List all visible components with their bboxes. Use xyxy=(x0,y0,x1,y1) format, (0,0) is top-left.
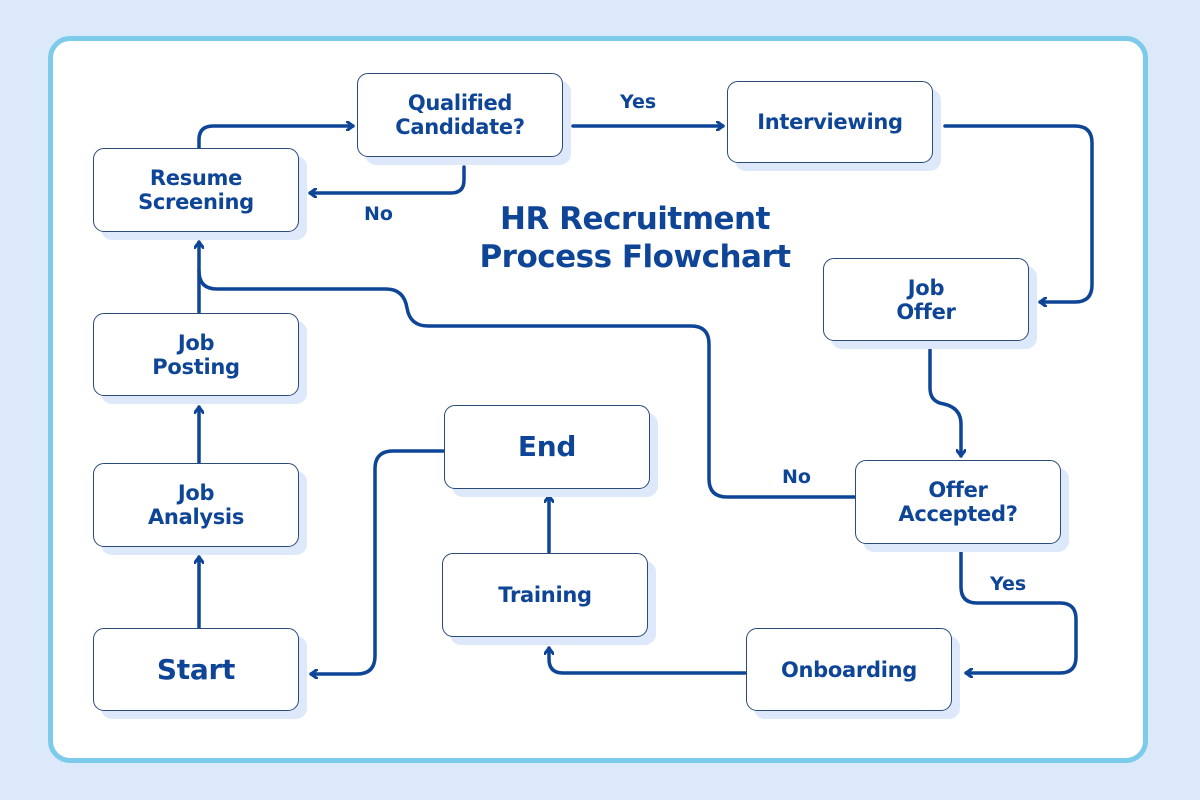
node-label: Job Posting xyxy=(152,330,240,379)
node-job-analysis[interactable]: Job Analysis xyxy=(93,463,299,547)
edge-label-accepted-yes: Yes xyxy=(990,573,1027,595)
node-offer-accepted[interactable]: Offer Accepted? xyxy=(855,460,1061,544)
node-job-posting[interactable]: Job Posting xyxy=(93,313,299,396)
node-label: Training xyxy=(498,583,592,607)
edge-label-qualified-no: No xyxy=(364,203,393,225)
node-end[interactable]: End xyxy=(444,405,650,489)
node-onboarding[interactable]: Onboarding xyxy=(746,628,952,711)
edge-label-qualified-yes: Yes xyxy=(620,91,657,113)
node-label: End xyxy=(517,430,577,463)
diagram-title: HR Recruitment Process Flowchart xyxy=(479,201,791,275)
node-label: Job Offer xyxy=(896,275,956,324)
node-qualified-candidate[interactable]: Qualified Candidate? xyxy=(357,73,563,157)
node-label: Interviewing xyxy=(757,110,903,134)
node-interviewing[interactable]: Interviewing xyxy=(727,81,933,163)
node-label: Onboarding xyxy=(780,657,917,682)
node-start[interactable]: Start xyxy=(93,628,299,711)
node-label: Job Analysis xyxy=(147,481,245,529)
node-label: Start xyxy=(156,652,236,686)
node-resume-screening[interactable]: Resume Screening xyxy=(93,148,299,232)
node-label: Offer Accepted? xyxy=(898,478,1018,526)
node-label: Resume Screening xyxy=(138,166,254,214)
node-job-offer[interactable]: Job Offer xyxy=(823,258,1029,341)
node-training[interactable]: Training xyxy=(442,553,648,637)
edge-label-accepted-no: No xyxy=(782,466,811,488)
node-label: Qualified Candidate? xyxy=(395,91,525,139)
